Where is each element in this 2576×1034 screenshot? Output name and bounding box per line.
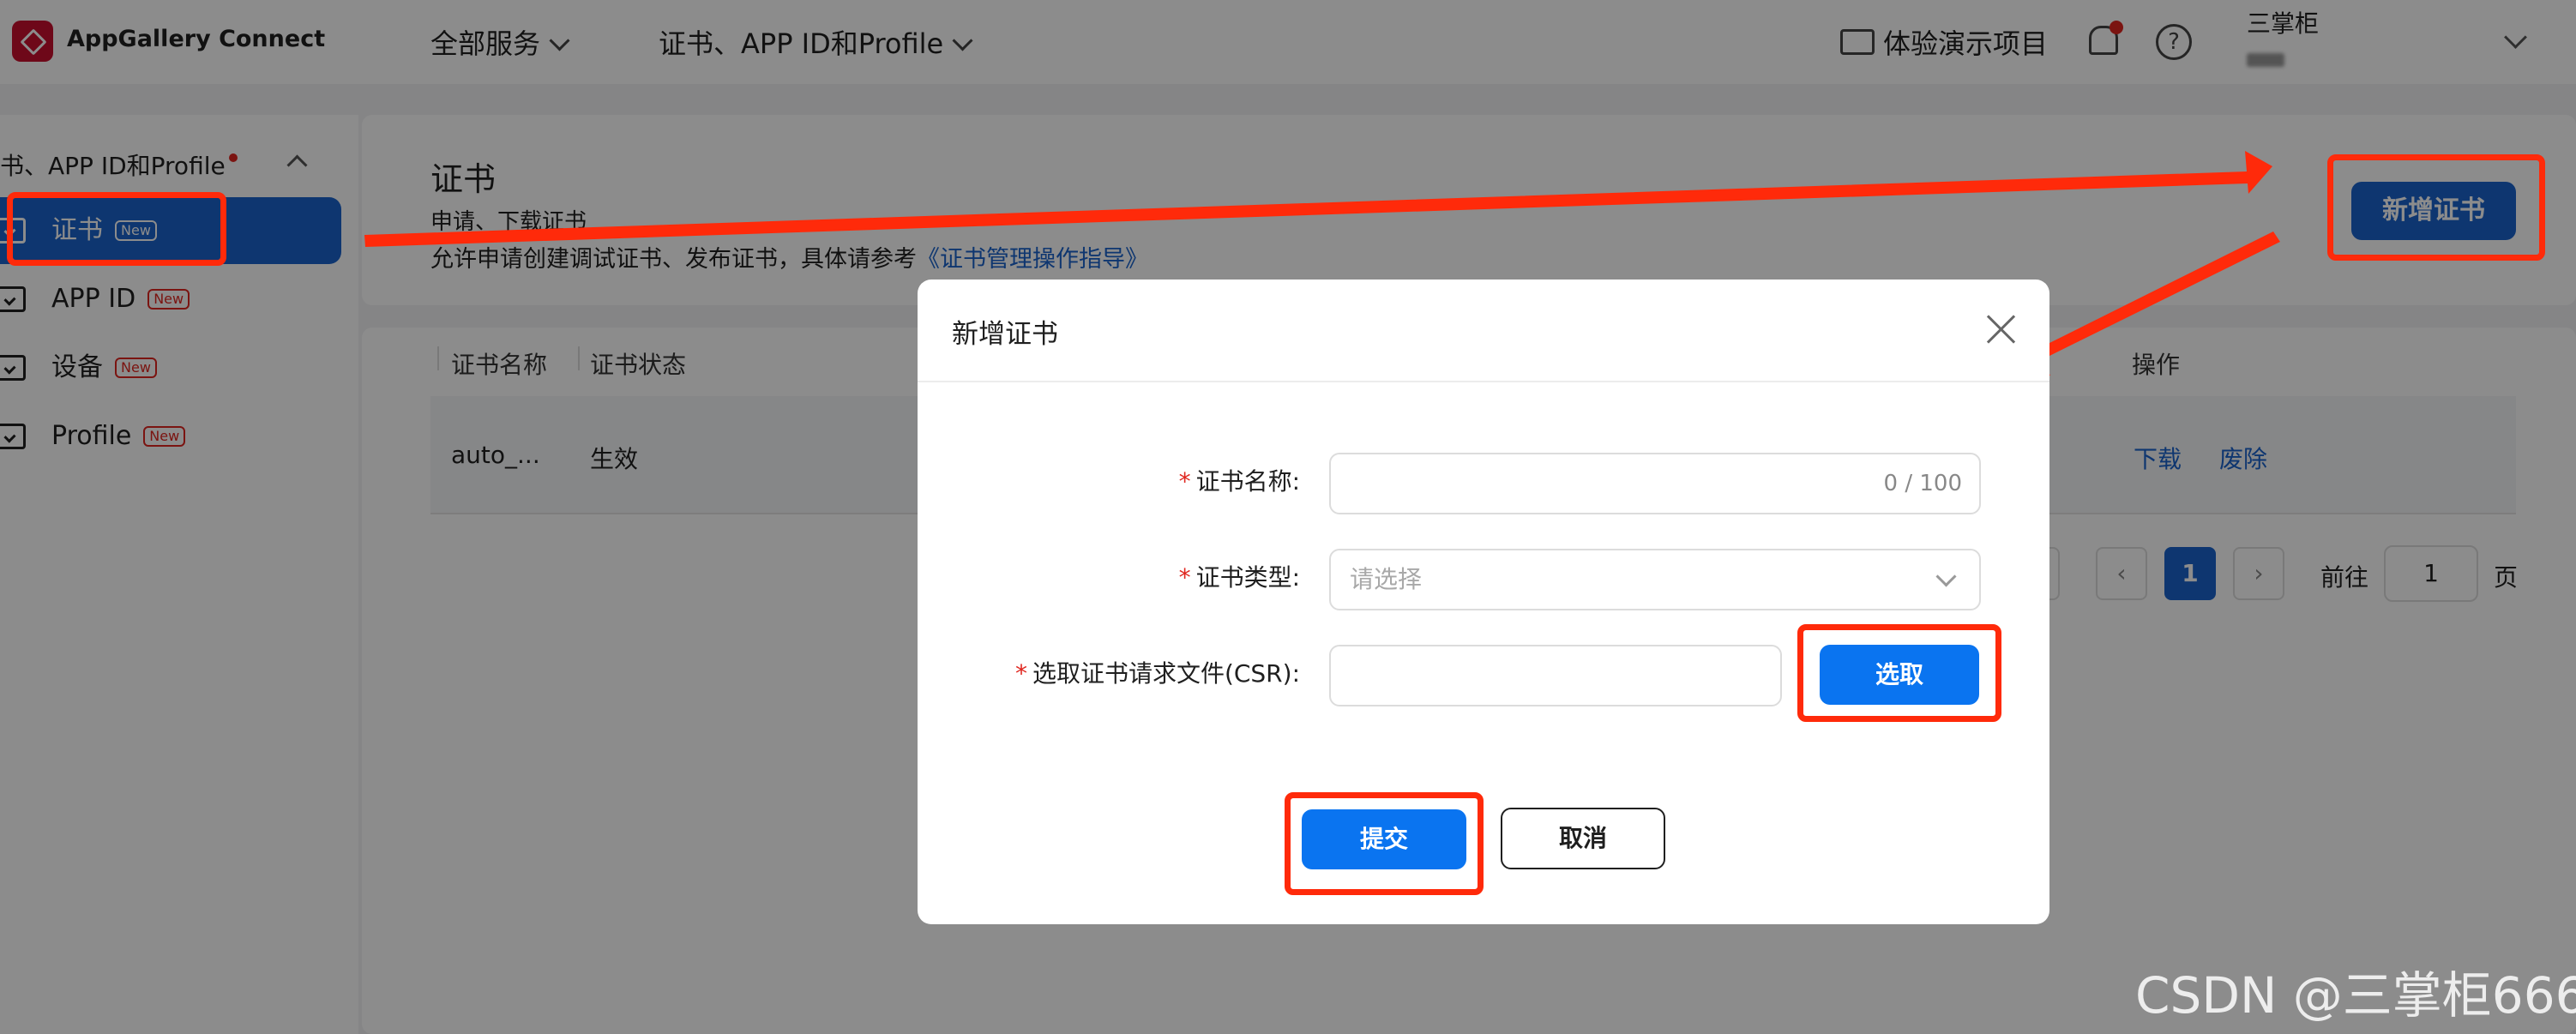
cert-name-label-text: 证书名称: — [1195, 467, 1300, 496]
required-mark: * — [1014, 659, 1027, 688]
cert-name-input[interactable]: 0 / 100 — [1329, 453, 1981, 514]
chevron-down-icon — [1935, 566, 1957, 587]
cert-type-select[interactable]: 请选择 — [1329, 549, 1981, 610]
dialog-title: 新增证书 — [952, 319, 1058, 350]
watermark-text: CSDN @三掌柜666 — [2135, 966, 2576, 1025]
char-counter: 0 / 100 — [1883, 471, 1962, 496]
dialog-divider — [918, 381, 2049, 382]
close-icon[interactable] — [1986, 314, 2017, 345]
csr-label-text: 选取证书请求文件(CSR): — [1032, 659, 1300, 688]
highlight-box-submit — [1285, 792, 1484, 895]
arrow-to-new-button — [364, 151, 2272, 247]
required-mark: * — [1178, 467, 1191, 496]
csr-label: * 选取证书请求文件(CSR): — [986, 655, 1300, 689]
csr-file-input[interactable] — [1329, 645, 1782, 706]
cert-type-label: * 证书类型: — [1115, 559, 1300, 593]
cert-type-placeholder: 请选择 — [1350, 565, 1423, 593]
required-mark: * — [1178, 563, 1191, 592]
cert-type-label-text: 证书类型: — [1195, 563, 1300, 592]
highlight-box-select — [1797, 624, 2001, 722]
cert-name-label: * 证书名称: — [1115, 463, 1300, 497]
cancel-button[interactable]: 取消 — [1501, 808, 1665, 869]
